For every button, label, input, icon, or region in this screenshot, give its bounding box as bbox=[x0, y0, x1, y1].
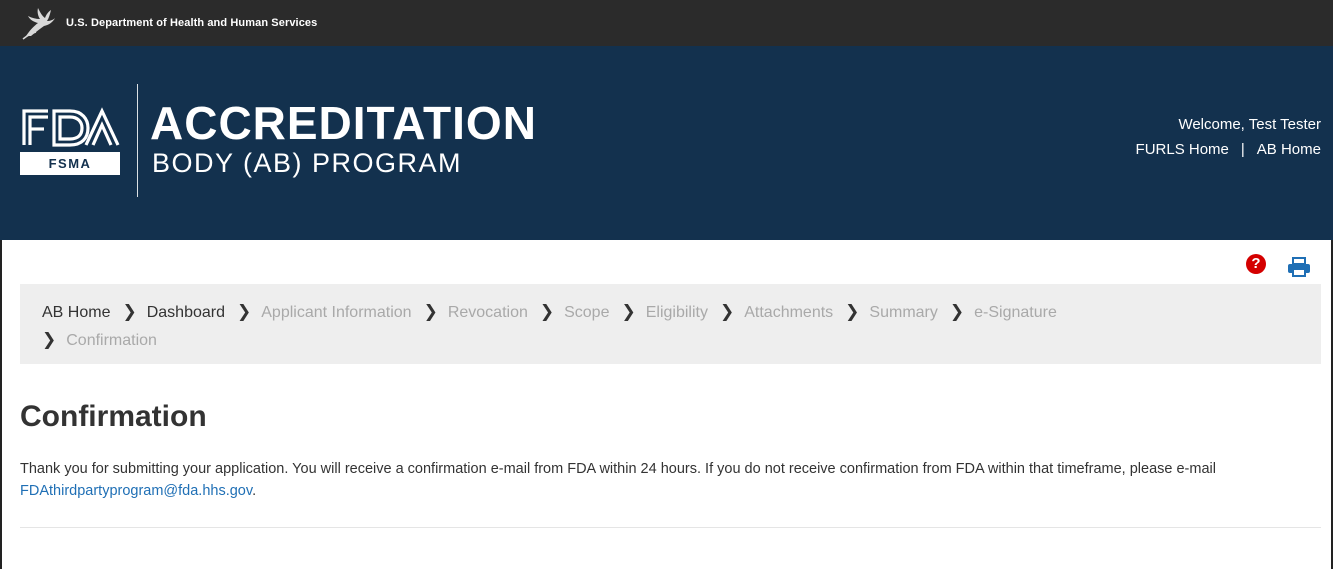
print-icon[interactable] bbox=[1287, 257, 1311, 277]
fda-fsma-logo: FSMA bbox=[20, 105, 120, 177]
welcome-message: Welcome, Test Tester bbox=[1178, 116, 1321, 133]
banner-divider bbox=[137, 84, 138, 197]
fsma-label: FSMA bbox=[48, 156, 92, 171]
message-end: . bbox=[252, 483, 257, 499]
ab-home-link[interactable]: AB Home bbox=[1257, 141, 1321, 158]
breadcrumb-item-confirmation: Confirmation bbox=[66, 332, 157, 349]
program-title-primary: ACCREDITATION bbox=[150, 97, 537, 149]
chevron-right-icon: ❯ bbox=[539, 302, 555, 321]
hhs-agency-name: U.S. Department of Health and Human Serv… bbox=[66, 17, 318, 29]
breadcrumb-item-e-signature: e-Signature bbox=[974, 304, 1057, 321]
chevron-right-icon: ❯ bbox=[42, 330, 57, 349]
content-divider bbox=[20, 527, 1321, 528]
breadcrumb-item-attachments: Attachments bbox=[744, 304, 834, 321]
chevron-right-icon: ❯ bbox=[423, 302, 438, 321]
chevron-right-icon: ❯ bbox=[845, 302, 860, 321]
breadcrumb-item-revocation: Revocation bbox=[447, 304, 528, 321]
chevron-right-icon: ❯ bbox=[122, 302, 137, 321]
breadcrumb: AB Home ❯ Dashboard ❯ Applicant Information ❯… bbox=[20, 284, 1321, 364]
message-text: Thank you for submitting your applicatio… bbox=[20, 461, 1216, 477]
breadcrumb-item-applicant-information: Applicant Information bbox=[261, 304, 412, 321]
program-email-link[interactable]: FDAthirdpartyprogram@fda.hhs.gov bbox=[20, 483, 252, 499]
hhs-eagle-icon bbox=[22, 8, 55, 40]
link-separator: | bbox=[1240, 141, 1245, 158]
hhs-top-bar: U.S. Department of Health and Human Serv… bbox=[0, 0, 1333, 46]
chevron-right-icon: ❯ bbox=[719, 302, 735, 321]
page-title: Confirmation bbox=[20, 400, 207, 433]
program-title-secondary: BODY (AB) PROGRAM bbox=[152, 148, 463, 178]
fda-logo-icon bbox=[22, 107, 120, 147]
chevron-right-icon: ❯ bbox=[949, 302, 965, 321]
breadcrumb-item-eligibility: Eligibility bbox=[645, 304, 708, 321]
fsma-badge: FSMA bbox=[20, 152, 120, 175]
breadcrumb-item-summary: Summary bbox=[869, 304, 938, 321]
breadcrumb-item-dashboard[interactable]: Dashboard bbox=[147, 304, 225, 321]
chevron-right-icon: ❯ bbox=[621, 302, 636, 321]
help-icon[interactable]: ? bbox=[1246, 254, 1266, 274]
confirmation-message: Thank you for submitting your applicatio… bbox=[20, 458, 1310, 502]
breadcrumb-item-ab-home[interactable]: AB Home bbox=[42, 304, 110, 321]
user-nav-links: FURLS Home | AB Home bbox=[1136, 141, 1321, 158]
furls-home-link[interactable]: FURLS Home bbox=[1136, 141, 1229, 158]
breadcrumb-item-scope: Scope bbox=[564, 304, 610, 321]
chevron-right-icon: ❯ bbox=[237, 302, 252, 321]
